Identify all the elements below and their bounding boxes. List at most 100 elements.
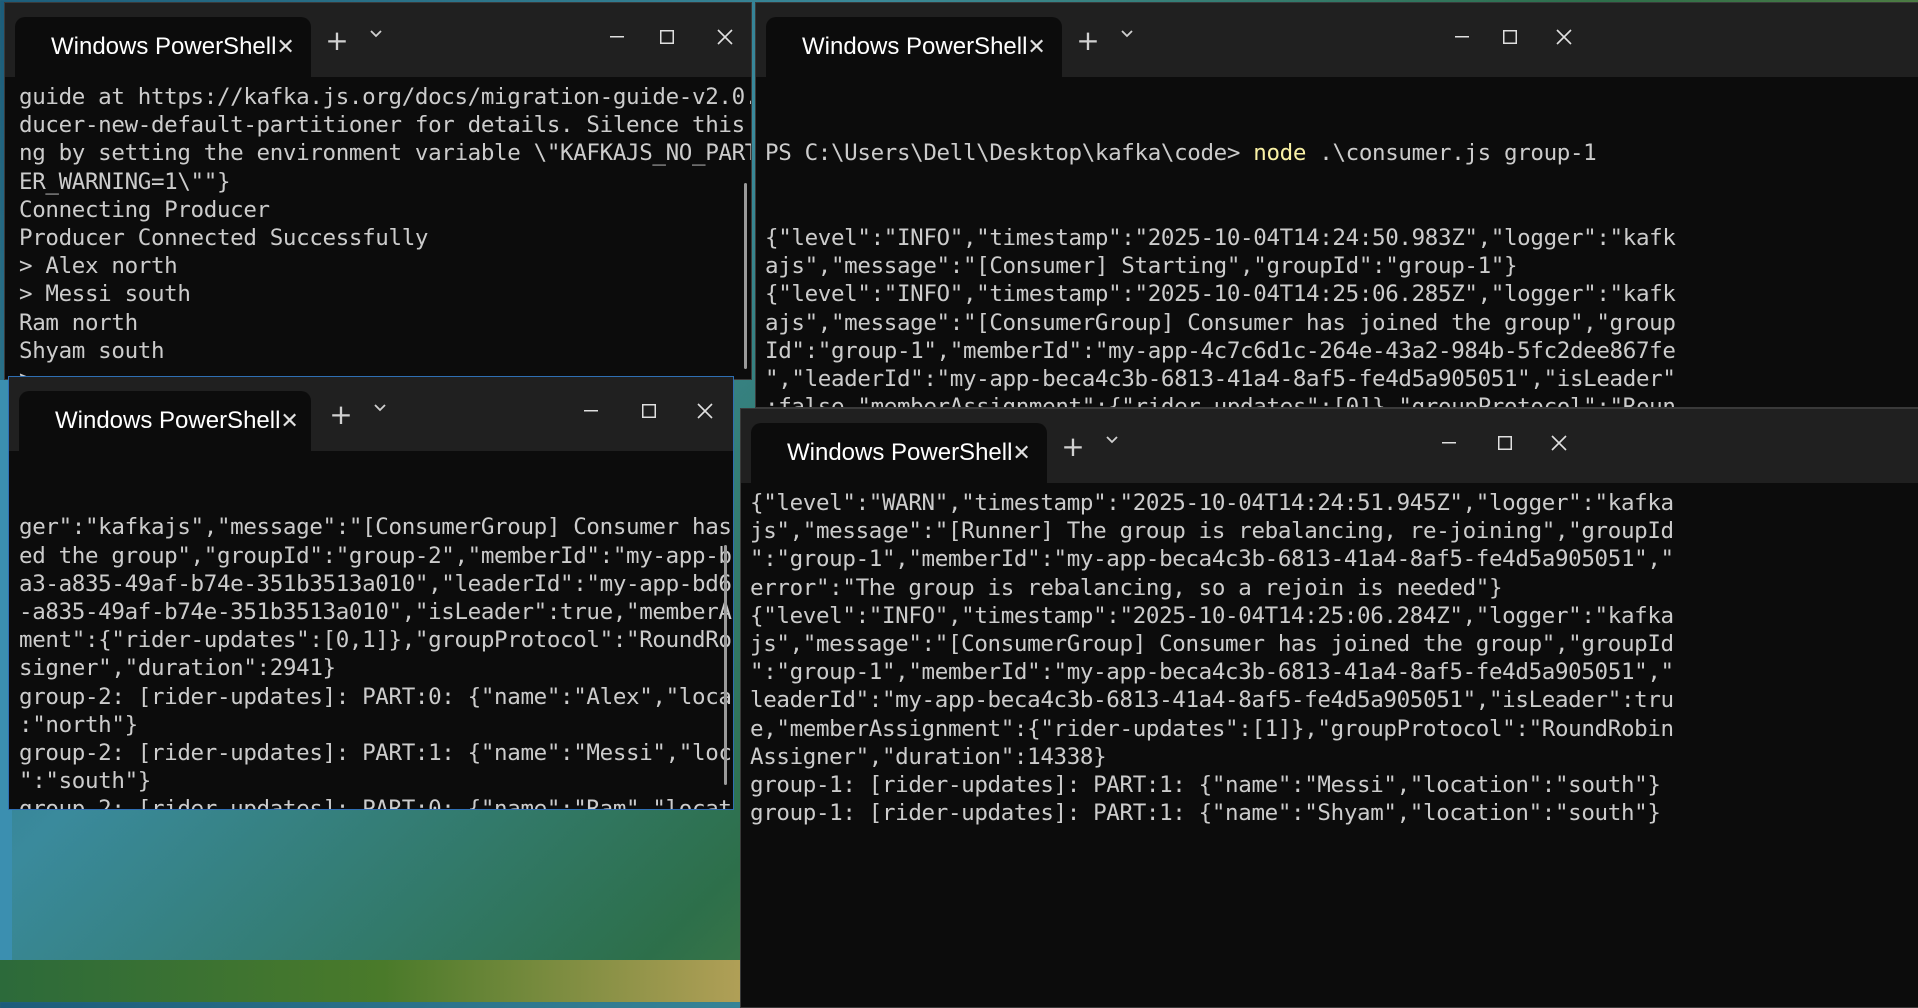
maximize-button[interactable] — [1480, 17, 1540, 57]
tab-title: Windows PowerShell — [51, 33, 277, 60]
terminal-line: js","message":"[ConsumerGroup] Consumer … — [750, 630, 1674, 657]
terminal-output[interactable]: PS C:\Users\Dell\Desktop\kafka\code> nod… — [756, 77, 1918, 407]
maximize-button[interactable] — [1475, 423, 1535, 463]
title-bar[interactable]: Windows PowerShell ✕ + — [9, 377, 733, 451]
terminal-tab[interactable]: Windows PowerShell ✕ — [751, 423, 1047, 483]
tab-title: Windows PowerShell — [55, 407, 281, 434]
terminal-line: ER_WARNING=1\""} — [19, 168, 231, 195]
close-window-button[interactable] — [695, 17, 751, 57]
terminal-line: ducer-new-default-partitioner for detail… — [19, 112, 752, 139]
terminal-line: group-1: [rider-updates]: PART:1: {"name… — [750, 800, 1661, 827]
minimize-icon — [584, 410, 598, 412]
terminal-line: > Alex north — [19, 253, 178, 280]
close-window-icon — [697, 403, 713, 419]
terminal-line: Id":"group-1","memberId":"my-app-4c7c6d1… — [765, 337, 1676, 364]
terminal-output[interactable]: {"level":"WARN","timestamp":"2025-10-04T… — [741, 483, 1918, 1007]
chevron-down-icon[interactable] — [1105, 435, 1119, 445]
close-window-icon — [1556, 29, 1572, 45]
close-window-icon — [1551, 435, 1567, 451]
close-window-button[interactable] — [1534, 17, 1594, 57]
new-tab-button[interactable]: + — [1051, 427, 1095, 467]
tab-title: Windows PowerShell — [802, 33, 1028, 60]
scrollbar[interactable] — [744, 183, 747, 369]
command-args: .\consumer.js group-1 — [1306, 140, 1597, 167]
terminal-line: Assigner","duration":14338} — [750, 743, 1107, 770]
terminal-line: leaderId":"my-app-beca4c3b-6813-41a4-8af… — [750, 687, 1674, 714]
terminal-line: ","leaderId":"my-app-beca4c3b-6813-41a4-… — [765, 365, 1676, 392]
terminal-line: group-1: [rider-updates]: PART:1: {"name… — [750, 771, 1661, 798]
close-window-icon — [717, 29, 733, 45]
title-bar[interactable]: Windows PowerShell ✕ + — [5, 3, 751, 77]
powershell-window-producer[interactable]: Windows PowerShell ✕ + guide at https://… — [4, 2, 752, 380]
terminal-line: {"level":"INFO","timestamp":"2025-10-04T… — [765, 281, 1676, 308]
minimize-button[interactable] — [1419, 423, 1479, 463]
minimize-icon — [1455, 36, 1469, 38]
new-tab-button[interactable]: + — [1066, 21, 1110, 61]
command-name: node — [1253, 140, 1307, 167]
terminal-line: ":"group-1","memberId":"my-app-beca4c3b-… — [750, 546, 1674, 573]
terminal-tab[interactable]: Windows PowerShell ✕ — [15, 17, 311, 77]
terminal-output[interactable]: guide at https://kafka.js.org/docs/migra… — [5, 77, 751, 379]
minimize-icon — [610, 36, 624, 38]
maximize-icon — [642, 404, 656, 418]
terminal-line: {"level":"INFO","timestamp":"2025-10-04T… — [765, 225, 1676, 251]
terminal-output[interactable]: ger":"kafkajs","message":"[ConsumerGroup… — [9, 451, 733, 809]
terminal-line: group-2: [rider-updates]: PART:1: {"name… — [19, 739, 734, 766]
minimize-button[interactable] — [561, 391, 621, 431]
powershell-window-consumer-group-1-a[interactable]: Windows PowerShell ✕ + PS C:\Users\Dell\… — [755, 2, 1918, 408]
close-window-button[interactable] — [1529, 423, 1589, 463]
title-bar[interactable]: Windows PowerShell ✕ + — [741, 409, 1918, 483]
terminal-line: signer","duration":2941} — [19, 655, 336, 682]
maximize-icon — [660, 30, 674, 44]
new-tab-button[interactable]: + — [315, 21, 359, 61]
terminal-line: ":"group-1","memberId":"my-app-beca4c3b-… — [750, 659, 1674, 686]
terminal-line: group-2: [rider-updates]: PART:0: {"name… — [19, 796, 734, 810]
terminal-line: ng by setting the environment variable \… — [19, 140, 752, 167]
terminal-line: js","message":"[Runner] The group is reb… — [750, 518, 1674, 545]
maximize-icon — [1503, 30, 1517, 44]
terminal-line: ajs","message":"[Consumer] Starting","gr… — [765, 253, 1518, 280]
terminal-line: Connecting Producer — [19, 196, 270, 223]
terminal-line: :false,"memberAssignment":{"rider-update… — [765, 394, 1676, 408]
title-bar[interactable]: Windows PowerShell ✕ + — [756, 3, 1918, 77]
chevron-down-icon[interactable] — [373, 403, 387, 413]
terminal-line: Shyam south — [19, 337, 165, 364]
terminal-line: e,"memberAssignment":{"rider-updates":[1… — [750, 715, 1674, 742]
prompt: PS C:\Users\Dell\Desktop\kafka\code> — [765, 140, 1254, 167]
tab-title: Windows PowerShell — [787, 439, 1013, 466]
terminal-line: a3-a835-49af-b74e-351b3513a010","leaderI… — [19, 570, 734, 597]
maximize-button[interactable] — [619, 391, 679, 431]
maximize-icon — [1498, 436, 1512, 450]
close-window-button[interactable] — [675, 391, 733, 431]
powershell-window-consumer-group-1-b[interactable]: Windows PowerShell ✕ + {"level":"WARN","… — [740, 408, 1918, 1008]
terminal-line: ed the group","groupId":"group-2","membe… — [19, 542, 734, 569]
terminal-line: ger":"kafkajs","message":"[ConsumerGroup… — [19, 514, 734, 541]
minimize-icon — [1442, 442, 1456, 444]
close-icon[interactable]: ✕ — [276, 35, 294, 60]
maximize-button[interactable] — [637, 17, 697, 57]
terminal-line: Producer Connected Successfully — [19, 224, 429, 251]
close-icon[interactable]: ✕ — [1027, 35, 1045, 60]
terminal-line: error":"The group is rebalancing, so a r… — [750, 574, 1503, 601]
command-line: PS C:\Users\Dell\Desktop\kafka\code> nod… — [765, 139, 1918, 167]
terminal-line: {"level":"WARN","timestamp":"2025-10-04T… — [750, 490, 1674, 516]
chevron-down-icon[interactable] — [369, 29, 383, 39]
terminal-line: group-2: [rider-updates]: PART:0: {"name… — [19, 683, 734, 710]
scrollbar[interactable] — [724, 545, 727, 785]
close-icon[interactable]: ✕ — [280, 409, 298, 434]
terminal-line: guide at https://kafka.js.org/docs/migra… — [19, 84, 752, 110]
close-icon[interactable]: ✕ — [1012, 441, 1030, 466]
terminal-tab[interactable]: Windows PowerShell ✕ — [766, 17, 1062, 77]
terminal-line: {"level":"INFO","timestamp":"2025-10-04T… — [750, 602, 1674, 629]
chevron-down-icon[interactable] — [1120, 29, 1134, 39]
terminal-line: -a835-49af-b74e-351b3513a010","isLeader"… — [19, 598, 734, 625]
terminal-line: > Messi south — [19, 281, 191, 308]
terminal-line: :"north"} — [19, 711, 138, 738]
terminal-line: ment":{"rider-updates":[0,1]},"groupProt… — [19, 627, 734, 654]
terminal-line: ajs","message":"[ConsumerGroup] Consumer… — [765, 309, 1676, 336]
new-tab-button[interactable]: + — [319, 395, 363, 435]
terminal-line: Ram north — [19, 309, 138, 336]
terminal-line: ":"south"} — [19, 768, 151, 795]
terminal-tab[interactable]: Windows PowerShell ✕ — [19, 391, 311, 451]
powershell-window-consumer-group-2[interactable]: Windows PowerShell ✕ + ger":"kafkajs","m… — [8, 376, 734, 810]
